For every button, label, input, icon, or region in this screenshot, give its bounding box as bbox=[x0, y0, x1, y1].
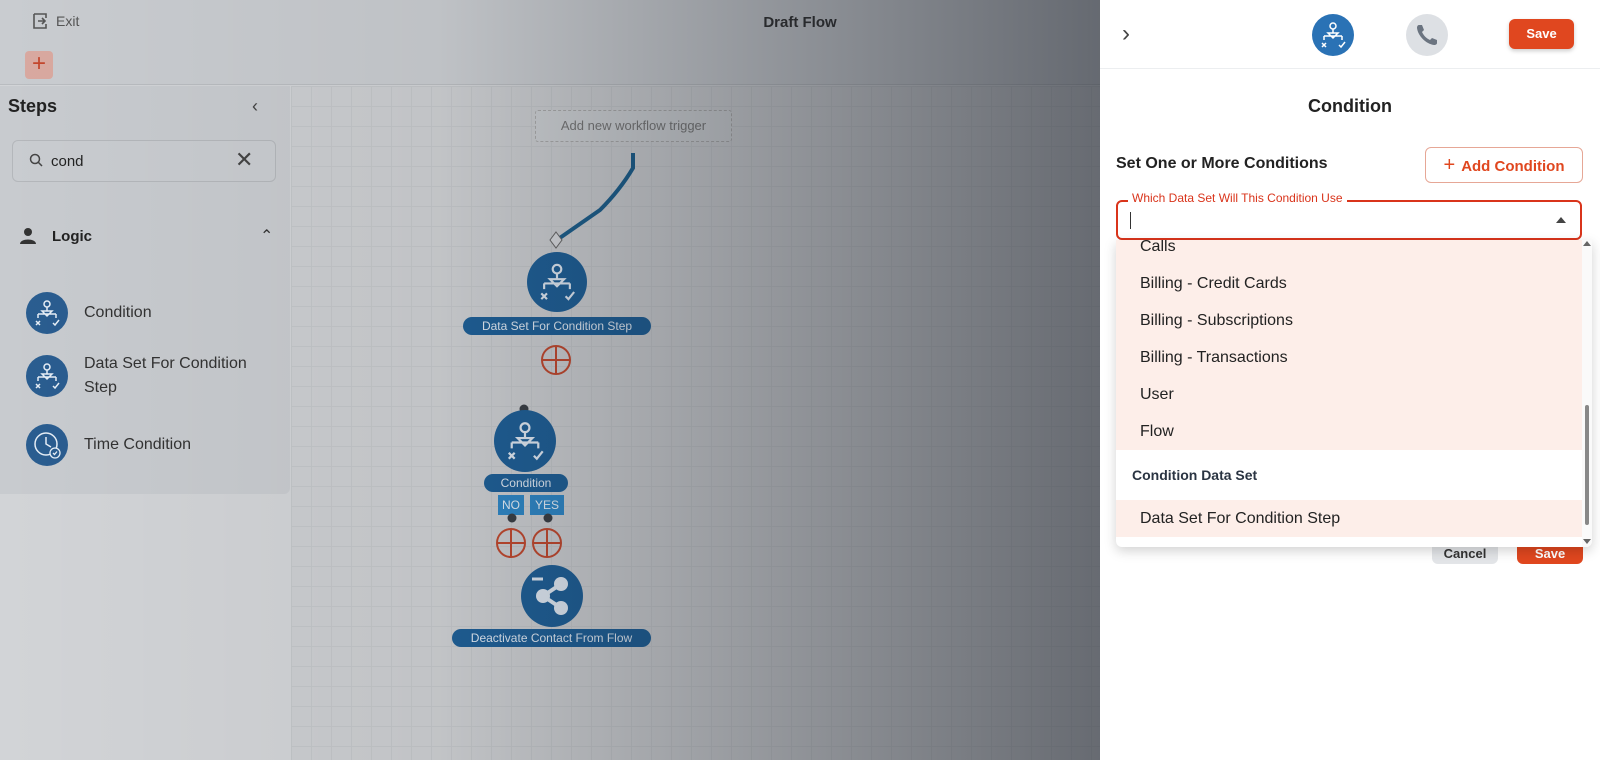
node-handle[interactable] bbox=[543, 513, 553, 523]
add-node-icon[interactable] bbox=[495, 527, 527, 559]
set-conditions-label: Set One or More Conditions bbox=[1116, 155, 1328, 172]
header-save-button[interactable]: Save bbox=[1509, 19, 1574, 49]
chevron-right-icon[interactable]: › bbox=[1122, 20, 1130, 48]
node-label-data-set[interactable]: Data Set For Condition Step bbox=[463, 317, 651, 335]
plus-icon: + bbox=[1443, 154, 1456, 176]
scroll-down-icon[interactable] bbox=[1583, 539, 1591, 544]
person-icon bbox=[20, 228, 36, 244]
add-node-icon[interactable] bbox=[540, 344, 572, 376]
share-icon[interactable] bbox=[521, 565, 583, 627]
steps-title: Steps bbox=[8, 96, 58, 116]
scrollbar-thumb[interactable] bbox=[1585, 405, 1589, 525]
dropdown-option[interactable]: Billing - Subscriptions bbox=[1116, 302, 1582, 339]
condition-icon[interactable] bbox=[494, 410, 556, 472]
search-icon bbox=[29, 153, 43, 167]
category-label: Logic bbox=[52, 228, 92, 245]
steps-panel: Steps ‹ ✕ Logic ⌃ Condition Data Set For… bbox=[0, 86, 290, 494]
text-caret bbox=[1130, 212, 1131, 229]
chevron-up-icon: ⌃ bbox=[260, 228, 274, 245]
add-condition-label: Add Condition bbox=[1461, 158, 1565, 175]
condition-icon bbox=[26, 292, 68, 334]
add-step-button[interactable]: + bbox=[25, 51, 53, 79]
flow-connector bbox=[549, 153, 635, 249]
select-label: Which Data Set Will This Condition Use bbox=[1128, 191, 1347, 205]
flow-canvas[interactable] bbox=[291, 86, 1100, 760]
dropdown-scrollbar[interactable] bbox=[1582, 240, 1592, 547]
add-condition-button[interactable]: + Add Condition bbox=[1425, 147, 1583, 183]
condition-icon[interactable] bbox=[527, 252, 587, 312]
node-handle[interactable] bbox=[507, 513, 517, 523]
add-node-icon[interactable] bbox=[531, 527, 563, 559]
dropdown-option[interactable]: User bbox=[1116, 376, 1582, 413]
data-set-select[interactable]: Which Data Set Will This Condition Use bbox=[1116, 191, 1582, 240]
add-trigger-button[interactable]: Add new workflow trigger bbox=[535, 110, 732, 142]
step-label: Time Condition bbox=[84, 436, 192, 453]
dropdown-option[interactable]: Billing - Credit Cards bbox=[1116, 265, 1582, 302]
panel-title: Condition bbox=[1308, 96, 1392, 116]
dropdown-group-header: Condition Data Set bbox=[1116, 450, 1582, 500]
data-set-dropdown: Calls Billing - Credit Cards Billing - S… bbox=[1116, 240, 1592, 547]
chevron-left-icon[interactable]: ‹ bbox=[252, 96, 258, 117]
dropdown-option[interactable]: Billing - Transactions bbox=[1116, 339, 1582, 376]
close-icon[interactable]: ✕ bbox=[235, 147, 253, 173]
step-label: Condition bbox=[84, 304, 152, 321]
condition-side-panel: › Save Condition Set One or More Conditi… bbox=[1100, 0, 1600, 760]
dropdown-option[interactable]: Data Set For Condition Step bbox=[1116, 500, 1582, 537]
phone-icon[interactable] bbox=[1406, 14, 1448, 56]
caret-up-icon[interactable] bbox=[1556, 217, 1566, 223]
plus-icon: + bbox=[31, 50, 46, 77]
category-logic[interactable]: Logic ⌃ bbox=[18, 226, 280, 250]
step-item-condition[interactable]: Condition bbox=[26, 292, 276, 336]
yes-branch-tag: YES bbox=[530, 495, 564, 515]
step-item-data-set[interactable]: Data Set For Condition Step bbox=[26, 355, 276, 405]
node-label-condition[interactable]: Condition bbox=[484, 474, 568, 492]
scroll-up-icon[interactable] bbox=[1583, 241, 1591, 246]
no-branch-tag: NO bbox=[498, 495, 524, 515]
condition-icon[interactable] bbox=[1312, 14, 1354, 56]
condition-icon bbox=[26, 355, 68, 397]
panel-header: › Save bbox=[1100, 0, 1600, 69]
dropdown-option[interactable]: Flow bbox=[1116, 413, 1582, 450]
step-item-time-condition[interactable]: Time Condition bbox=[26, 424, 276, 468]
clock-icon bbox=[26, 424, 68, 466]
step-label: Data Set For Condition Step bbox=[84, 355, 247, 396]
step-search[interactable]: ✕ bbox=[12, 140, 276, 182]
search-input[interactable] bbox=[51, 151, 231, 171]
dropdown-option-calls[interactable]: Calls bbox=[1116, 240, 1582, 265]
node-label-deactivate[interactable]: Deactivate Contact From Flow bbox=[452, 629, 651, 647]
